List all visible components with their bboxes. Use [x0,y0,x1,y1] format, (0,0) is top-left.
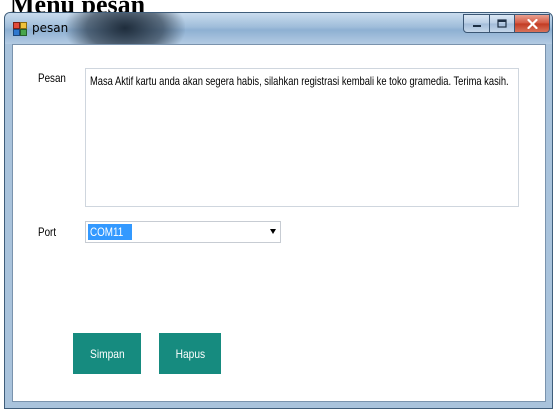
port-selected-value: COM11 [88,224,133,240]
form-client-area: Pesan Masa Aktif kartu anda akan segera … [12,44,546,402]
title-bar[interactable]: pesan [5,13,552,63]
chevron-down-icon[interactable] [270,229,276,234]
simpan-button[interactable]: Simpan [73,333,141,374]
application-form-icon [13,22,27,36]
app-window: pesan Pesan Masa Aktif kartu anda akan s… [4,12,553,409]
pesan-label: Pesan [38,71,66,85]
maximize-icon [497,19,507,28]
close-icon [526,18,538,29]
port-select[interactable]: COM11 [85,221,281,243]
port-label: Port [38,225,57,239]
minimize-button[interactable] [463,14,490,33]
minimize-icon [472,24,481,27]
pesan-textarea[interactable]: Masa Aktif kartu anda akan segera habis,… [85,68,519,207]
maximize-button[interactable] [489,14,515,33]
hapus-button[interactable]: Hapus [159,333,221,374]
close-button[interactable] [514,14,550,33]
pesan-text: Masa Aktif kartu anda akan segera habis,… [90,74,509,88]
window-title: pesan [32,21,69,35]
